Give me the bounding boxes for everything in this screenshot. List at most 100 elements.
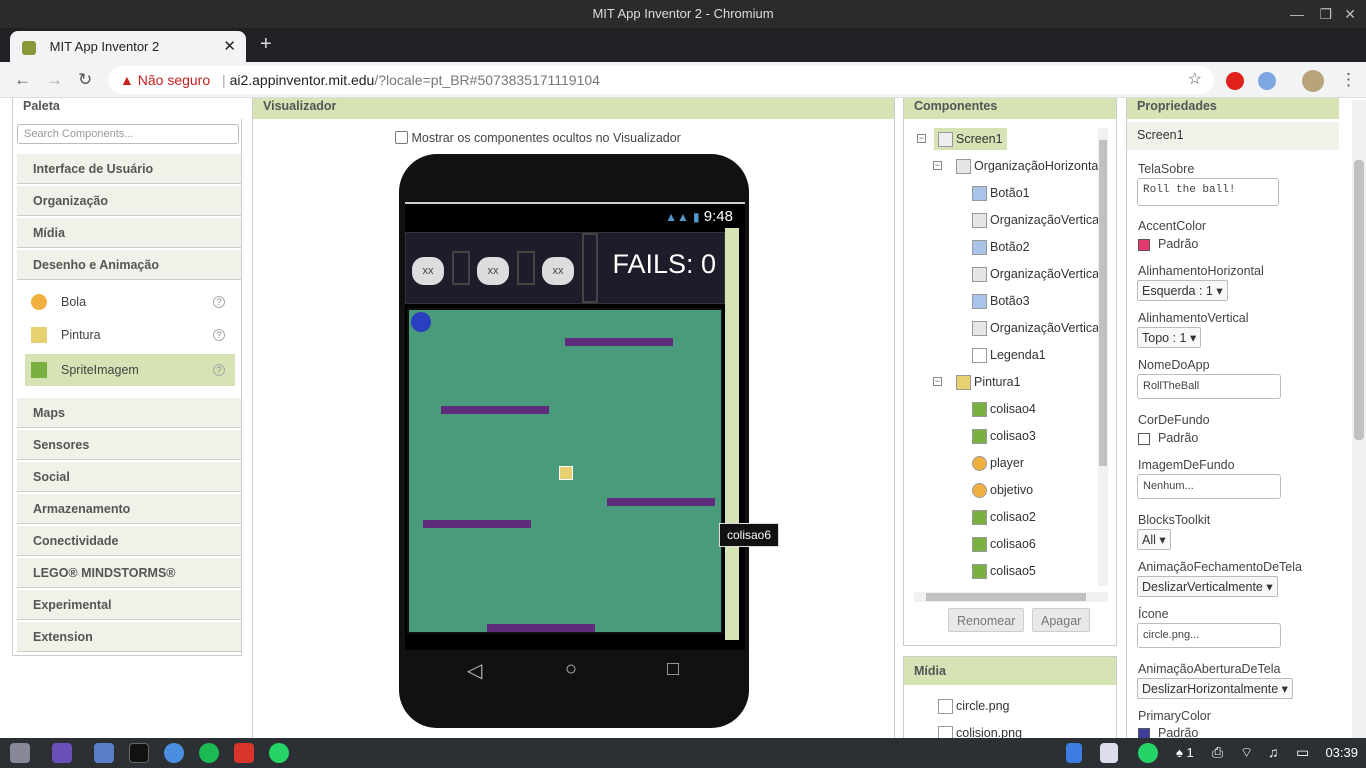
- background-image-input[interactable]: Nenhum...: [1137, 474, 1281, 499]
- scrollbar-thumb[interactable]: [1099, 140, 1107, 466]
- tree-item[interactable]: colisao3: [972, 425, 1036, 447]
- align-vertical-select[interactable]: Topo : 1 ▾: [1137, 327, 1202, 348]
- vertical-arrangement-1[interactable]: [452, 251, 470, 285]
- open-animation-select[interactable]: DeslizarHorizontalmente ▾: [1137, 678, 1293, 699]
- tree-item[interactable]: colisao4: [972, 398, 1036, 420]
- category-midia[interactable]: Mídia: [17, 218, 241, 248]
- forward-arrow-icon[interactable]: →: [46, 70, 63, 90]
- tree-item[interactable]: Botão2: [972, 236, 1030, 258]
- collapse-icon[interactable]: −: [933, 377, 942, 386]
- address-bar[interactable]: ▲ Não seguro | ai2.appinventor.mit.edu/?…: [108, 66, 1214, 94]
- colisao-bar[interactable]: [423, 520, 531, 528]
- category-desenho-animacao[interactable]: Desenho e Animação: [17, 250, 241, 280]
- tree-item[interactable]: Botão3: [972, 290, 1030, 312]
- extension-red-icon[interactable]: [1226, 72, 1244, 90]
- shield-icon[interactable]: [1100, 743, 1118, 763]
- colisao-bar[interactable]: [441, 406, 549, 414]
- music-icon[interactable]: ♫: [1268, 744, 1279, 760]
- player-ball[interactable]: [411, 312, 431, 332]
- category-experimental[interactable]: Experimental: [17, 590, 241, 620]
- category-maps[interactable]: Maps: [17, 398, 241, 428]
- horizontal-arrangement[interactable]: xx xx xx FAILS: 0: [405, 232, 725, 304]
- category-sensores[interactable]: Sensores: [17, 430, 241, 460]
- tree-horizontal-scrollbar[interactable]: [914, 592, 1108, 602]
- category-extension[interactable]: Extension: [17, 622, 241, 652]
- extension-blue-icon[interactable]: [1258, 72, 1276, 90]
- canvas-pintura1[interactable]: [407, 308, 723, 634]
- page-scrollbar[interactable]: [1352, 100, 1366, 740]
- tree-item[interactable]: Legenda1: [972, 344, 1046, 366]
- bluetooth-icon[interactable]: [1066, 743, 1082, 763]
- printer-icon[interactable]: ⎙: [1212, 744, 1223, 761]
- category-interface[interactable]: Interface de Usuário: [17, 154, 241, 184]
- tree-item[interactable]: colisao5: [972, 560, 1036, 582]
- tree-item[interactable]: OrganizaçãoVertica: [972, 209, 1099, 231]
- category-organizacao[interactable]: Organização: [17, 186, 241, 216]
- maximize-button[interactable]: ❐: [1319, 0, 1332, 28]
- close-tab-icon[interactable]: ✕: [223, 31, 236, 62]
- close-window-button[interactable]: ✕: [1344, 0, 1356, 28]
- button-3[interactable]: xx: [542, 257, 574, 285]
- category-lego[interactable]: LEGO® MINDSTORMS®: [17, 558, 241, 588]
- notification-bell-icon[interactable]: ♠ 1: [1176, 745, 1194, 760]
- background-color-picker[interactable]: Padrão: [1138, 431, 1198, 445]
- apps-menu-icon[interactable]: [10, 743, 30, 763]
- back-arrow-icon[interactable]: ←: [14, 70, 31, 90]
- palette-item-bola[interactable]: Bola ?: [25, 286, 235, 318]
- reload-icon[interactable]: ↻: [78, 70, 92, 90]
- collapse-icon[interactable]: −: [917, 134, 926, 143]
- terminal-icon[interactable]: [129, 743, 149, 763]
- help-icon[interactable]: ?: [213, 329, 225, 341]
- objetivo-sprite-icon[interactable]: [559, 466, 573, 480]
- tree-item[interactable]: OrganizaçãoHorizontal: [956, 155, 1100, 177]
- tree-item[interactable]: colisao2: [972, 506, 1036, 528]
- category-conectividade[interactable]: Conectividade: [17, 526, 241, 556]
- search-components-input[interactable]: Search Components...: [17, 124, 239, 144]
- align-horizontal-select[interactable]: Esquerda : 1 ▾: [1137, 280, 1228, 301]
- bookmark-star-icon[interactable]: ☆: [1188, 66, 1202, 94]
- browser-tab[interactable]: MIT App Inventor 2 ✕: [10, 31, 246, 62]
- help-icon[interactable]: ?: [213, 296, 225, 308]
- primary-color-picker[interactable]: Padrão: [1138, 726, 1198, 738]
- palette-item-spriteimagem[interactable]: SpriteImagem ?: [25, 354, 235, 386]
- fails-label[interactable]: FAILS: 0: [612, 249, 716, 280]
- show-hidden-option[interactable]: Mostrar os componentes ocultos no Visual…: [395, 131, 681, 145]
- tree-item[interactable]: OrganizaçãoVertica: [972, 263, 1099, 285]
- colisao-bar[interactable]: [487, 624, 595, 632]
- tela-sobre-textarea[interactable]: Roll the ball!: [1137, 178, 1279, 206]
- palette-item-pintura[interactable]: Pintura ?: [25, 319, 235, 351]
- delete-button[interactable]: Apagar: [1032, 608, 1091, 632]
- chromium-icon[interactable]: [164, 743, 184, 763]
- media-file[interactable]: circle.png: [938, 695, 1010, 717]
- help-icon[interactable]: ?: [213, 364, 225, 376]
- files-icon[interactable]: [52, 743, 72, 763]
- tree-item-screen1[interactable]: Screen1: [934, 128, 1007, 150]
- new-tab-button[interactable]: +: [260, 33, 272, 56]
- rename-button[interactable]: Renomear: [948, 608, 1025, 632]
- game-icon[interactable]: [234, 743, 254, 763]
- scrollbar-thumb[interactable]: [926, 593, 1086, 601]
- close-animation-select[interactable]: DeslizarVerticalmente ▾: [1137, 576, 1278, 597]
- tree-item[interactable]: player: [972, 452, 1024, 474]
- tree-item[interactable]: objetivo: [972, 479, 1033, 501]
- vertical-arrangement-3[interactable]: [582, 233, 598, 303]
- button-1[interactable]: xx: [412, 257, 444, 285]
- battery-tray-icon[interactable]: ▭: [1296, 744, 1309, 761]
- show-hidden-checkbox[interactable]: [395, 131, 408, 144]
- wifi-icon[interactable]: ⌔: [1240, 744, 1253, 762]
- colisao-bar[interactable]: [565, 338, 673, 346]
- collapse-icon[interactable]: −: [933, 161, 942, 170]
- spotify-icon[interactable]: [199, 743, 219, 763]
- tree-item[interactable]: colisao6: [972, 533, 1036, 555]
- vertical-arrangement-2[interactable]: [517, 251, 535, 285]
- editor-icon[interactable]: [94, 743, 114, 763]
- profile-avatar[interactable]: [1302, 70, 1324, 92]
- tree-item[interactable]: OrganizaçãoVertica: [972, 317, 1099, 339]
- tree-item[interactable]: Pintura1: [956, 371, 1021, 393]
- blocks-toolkit-select[interactable]: All ▾: [1137, 529, 1171, 550]
- colisao-bar[interactable]: [607, 498, 715, 506]
- media-file[interactable]: colision.png: [938, 722, 1022, 738]
- tree-item[interactable]: Botão1: [972, 182, 1030, 204]
- minimize-button[interactable]: —: [1290, 0, 1304, 28]
- button-2[interactable]: xx: [477, 257, 509, 285]
